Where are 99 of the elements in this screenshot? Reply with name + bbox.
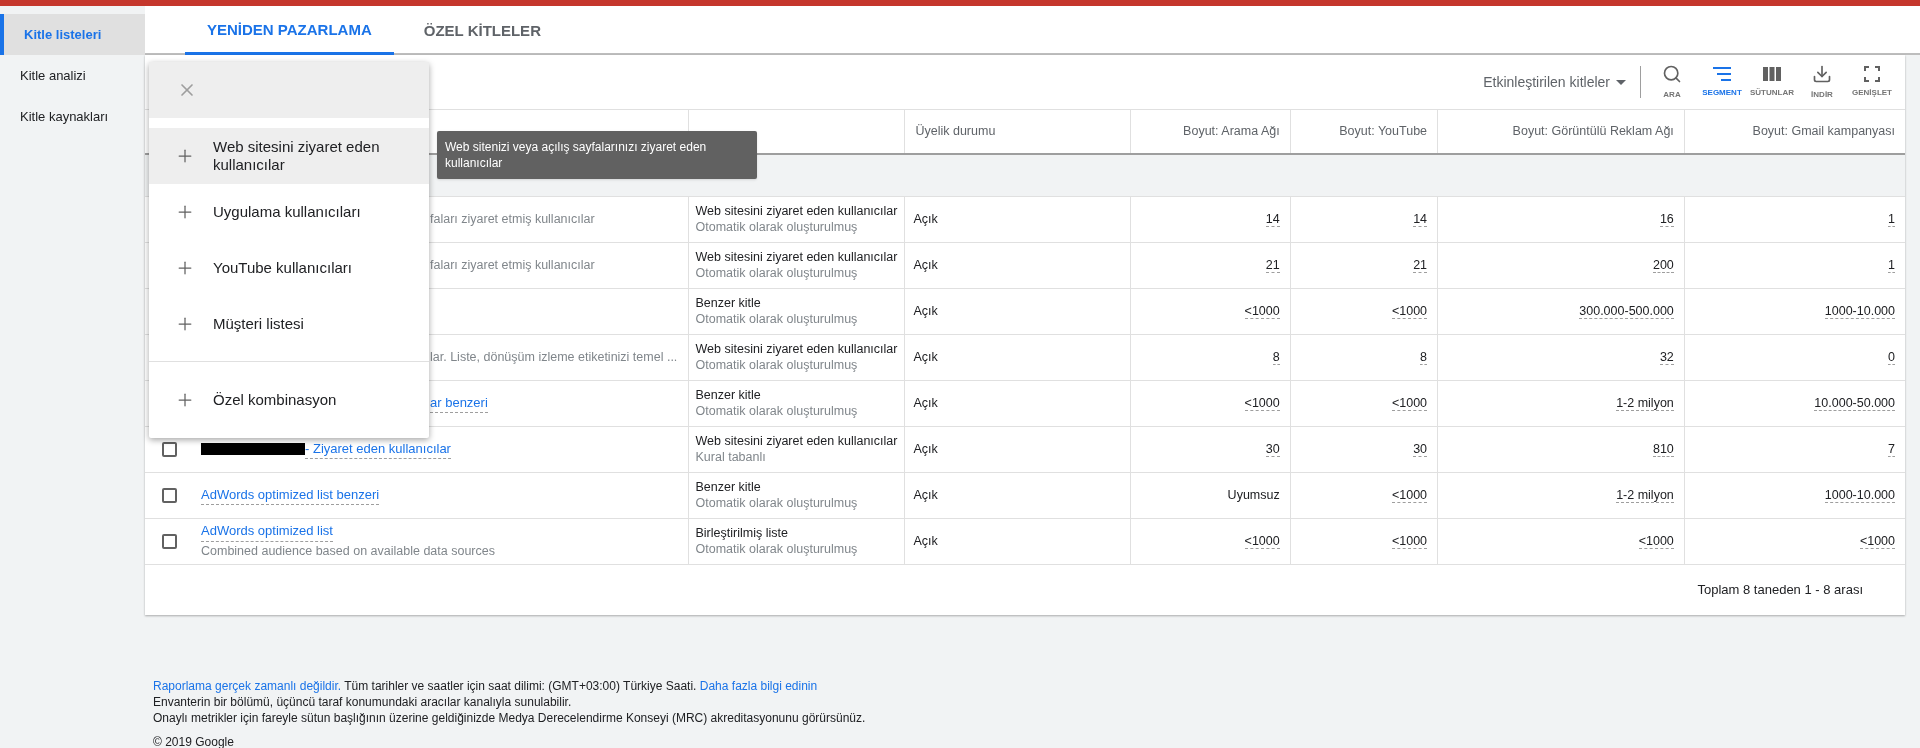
origin-text: Otomatik olarak oluşturulmuş [695, 265, 859, 281]
size-value[interactable]: 8 [1420, 349, 1428, 365]
audience-link[interactable]: ar benzeri [430, 392, 488, 414]
sidebar-item[interactable]: Kitle analizi [0, 55, 145, 96]
columns-icon [1762, 65, 1782, 82]
size-value[interactable]: 300.000-500.000 [1579, 303, 1674, 319]
type-text: Birleştirilmiş liste [695, 525, 789, 541]
size-value[interactable]: 1 [1888, 257, 1895, 273]
origin-text: Otomatik olarak oluşturulmuş [695, 495, 859, 511]
copyright-text: © 2019 Google [153, 733, 235, 748]
status-text: Açık [913, 533, 938, 548]
type-text: Web sitesini ziyaret eden kullanıcılar [695, 249, 898, 265]
column-header[interactable]: Boyut: Arama Ağı [1183, 124, 1280, 139]
size-value[interactable]: 8 [1272, 349, 1280, 365]
filter-dropdown[interactable]: Etkinleştirilen kitleler [1483, 66, 1641, 98]
status-text: Açık [913, 257, 938, 272]
size-value[interactable]: <1000 [1638, 533, 1674, 549]
download-icon [1812, 63, 1832, 84]
audience-link[interactable]: AdWords optimized list [201, 521, 333, 542]
size-value[interactable]: 21 [1413, 257, 1428, 273]
status-text: Açık [913, 441, 938, 456]
size-value[interactable]: <1000 [1244, 303, 1280, 319]
column-header[interactable]: Boyut: Görüntülü Reklam Ağı [1512, 124, 1674, 139]
size-value[interactable]: 1-2 milyon [1616, 487, 1674, 503]
size-value[interactable]: 16 [1659, 211, 1674, 227]
type-text: Benzer kitle [695, 387, 762, 403]
size-value[interactable]: 30 [1265, 441, 1280, 457]
size-value[interactable]: 30 [1413, 441, 1428, 457]
type-text: Web sitesini ziyaret eden kullanıcılar [695, 433, 898, 449]
column-header[interactable]: Boyut: Gmail kampanyası [1752, 124, 1895, 139]
size-value[interactable]: 1 [1888, 211, 1895, 227]
status-text: Açık [913, 303, 938, 318]
origin-text: Otomatik olarak oluşturulmuş [695, 541, 859, 557]
origin-text: Otomatik olarak oluşturulmuş [695, 219, 859, 235]
status-text: Açık [913, 487, 938, 502]
segment-button[interactable]: SEGMENT [1697, 58, 1747, 106]
footer-text: Envanterin bir bölümü, üçüncü taraf konumundaki aracılar kanalıyla sunulabilir. [153, 693, 573, 710]
caret-icon [1616, 79, 1626, 85]
checkbox[interactable] [162, 533, 177, 549]
status-text: Açık [913, 395, 938, 410]
size-value[interactable]: 21 [1265, 257, 1280, 273]
status-text: Açık [913, 211, 938, 226]
size-value: Uyumsuz [1227, 487, 1280, 502]
origin-text: Otomatik olarak oluşturulmuş [695, 403, 859, 419]
size-value[interactable]: 32 [1659, 349, 1674, 365]
audience-description: faları ziyaret etmiş kullanıcılar [430, 210, 595, 228]
fullscreen-icon [1864, 65, 1880, 82]
size-value[interactable]: <1000 [1391, 395, 1428, 411]
size-value[interactable]: <1000 [1859, 533, 1895, 549]
size-value[interactable]: 1000-10.000 [1824, 487, 1895, 503]
column-header[interactable]: Boyut: YouTube [1339, 124, 1428, 139]
audience-description: faları ziyaret etmiş kullanıcılar [430, 256, 595, 274]
audience-description: lar. Liste, dönüşüm izleme etiketinizi temel ... [430, 348, 678, 366]
download-button[interactable]: İNDİR [1797, 58, 1847, 106]
size-value[interactable]: <1000 [1391, 533, 1428, 549]
size-value[interactable]: 1000-10.000 [1824, 303, 1895, 319]
type-text: Web sitesini ziyaret eden kullanıcılar [695, 341, 898, 357]
audience-link[interactable]: AdWords optimized list benzeri [201, 484, 380, 506]
size-value[interactable]: 0 [1888, 349, 1895, 365]
size-value[interactable]: <1000 [1244, 395, 1280, 411]
audience-description: Combined audience based on available data sources [201, 542, 495, 560]
expand-button[interactable]: GENİŞLET [1847, 58, 1897, 106]
tab[interactable]: ÖZEL KİTLELER [401, 8, 563, 55]
menu-item[interactable]: Özel kombinasyon [149, 372, 429, 428]
size-value[interactable]: <1000 [1244, 533, 1280, 549]
footer-text: Onaylı metrikler için fareyle sütun başlığının üzerine geldiğinizde Medya Derecelendirme Konseyi (MRC) akreditasyonunu görürsünüz. [153, 709, 867, 726]
size-value[interactable]: 200 [1652, 257, 1674, 273]
segment-icon [1712, 65, 1732, 82]
sidebar-item[interactable]: Kitle kaynakları [0, 96, 145, 137]
columns-button[interactable]: SÜTUNLAR [1747, 58, 1797, 106]
search-button[interactable]: ARA [1647, 58, 1697, 106]
origin-text: Kural tabanlı [695, 449, 767, 465]
type-text: Web sitesini ziyaret eden kullanıcılar [695, 203, 898, 219]
column-header[interactable]: Üyelik durumu [915, 124, 996, 139]
type-text: Benzer kitle [695, 479, 762, 495]
size-value[interactable]: 7 [1888, 441, 1895, 457]
footer-notice: Raporlama gerçek zamanlı değildir. Tüm tarihler ve saatler için saat dilimi: (GMT+03:00) Türkiye Saati. Daha fazla bilgi edinin [153, 677, 819, 694]
size-value[interactable]: 10.000-50.000 [1814, 395, 1895, 411]
size-value[interactable]: 14 [1265, 211, 1280, 227]
menu-item[interactable]: Web sitesini ziyaret eden kullanıcılar [149, 128, 429, 184]
size-value[interactable]: 810 [1652, 441, 1674, 457]
size-value[interactable]: 14 [1413, 211, 1428, 227]
menu-item[interactable]: Müşteri listesi [149, 296, 429, 352]
size-value[interactable]: 1-2 milyon [1616, 395, 1674, 411]
menu-item[interactable]: YouTube kullanıcıları [149, 240, 429, 296]
type-text: Benzer kitle [695, 295, 762, 311]
search-icon [1662, 63, 1682, 84]
checkbox[interactable] [162, 487, 177, 503]
origin-text: Otomatik olarak oluşturulmuş [695, 357, 859, 373]
size-value[interactable]: <1000 [1391, 303, 1428, 319]
pagination-text: Toplam 8 taneden 1 - 8 arası [1697, 580, 1863, 599]
checkbox[interactable] [162, 441, 177, 457]
footer-link[interactable]: Daha fazla bilgi edinin [699, 678, 818, 693]
status-text: Açık [913, 349, 938, 364]
size-value[interactable]: <1000 [1391, 487, 1428, 503]
origin-text: Otomatik olarak oluşturulmuş [695, 311, 859, 327]
tooltip: Web sitenizi veya açılış sayfalarınızı ziyaret eden kullanıcılar [437, 131, 757, 179]
footer-link[interactable]: Raporlama gerçek zamanlı değildir. [153, 678, 342, 693]
menu-item[interactable]: Uygulama kullanıcıları [149, 184, 429, 240]
